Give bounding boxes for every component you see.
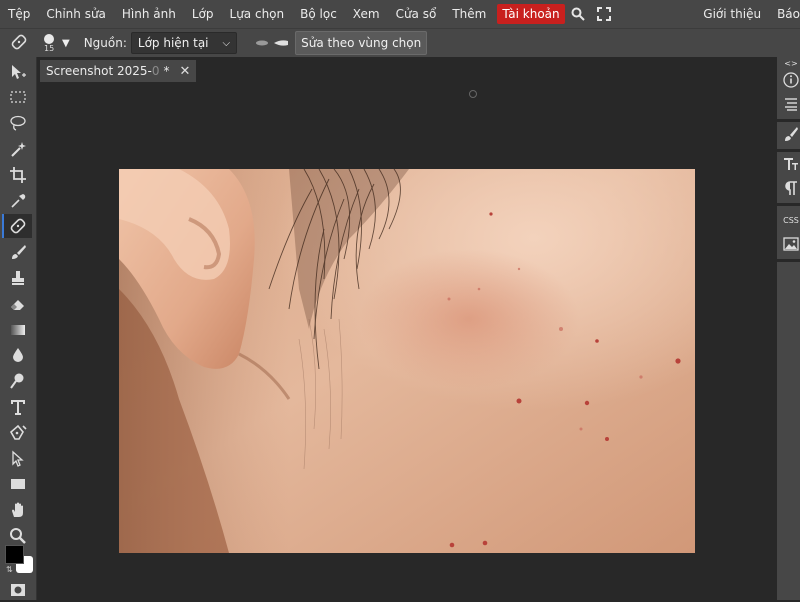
magic-wand-tool-icon[interactable] — [4, 137, 32, 161]
menu-view[interactable]: Xem — [345, 0, 388, 28]
brush-tool-icon[interactable] — [4, 240, 32, 264]
expand-panel-icon[interactable]: <> — [782, 57, 800, 69]
menu-file[interactable]: Tệp — [0, 0, 38, 28]
fix-selection-button[interactable]: Sửa theo vùng chọn — [295, 31, 428, 55]
eraser-tool-icon[interactable] — [4, 292, 32, 316]
menu-account[interactable]: Tài khoản — [497, 4, 565, 24]
menu-edit[interactable]: Chỉnh sửa — [38, 0, 114, 28]
menu-select[interactable]: Lựa chọn — [222, 0, 293, 28]
swap-colors-icon[interactable]: ⇅ — [6, 565, 13, 574]
source-select-value: Lớp hiện tại — [137, 36, 209, 50]
document-canvas-image[interactable] — [119, 169, 695, 553]
menu-filter[interactable]: Bộ lọc — [292, 0, 345, 28]
brush-dropdown-arrow-icon[interactable]: ▼ — [62, 38, 70, 49]
search-icon[interactable] — [569, 5, 587, 23]
soft-brush-icon[interactable] — [255, 36, 269, 50]
blur-tool-icon[interactable] — [4, 343, 32, 367]
crop-tool-icon[interactable] — [4, 163, 32, 187]
menu-about[interactable]: Giới thiệu — [695, 0, 769, 28]
brush-size-picker[interactable]: 15 — [42, 31, 62, 55]
eyedropper-tool-icon[interactable] — [4, 189, 32, 213]
canvas-origin-icon — [469, 90, 477, 98]
menu-image[interactable]: Hình ảnh — [114, 0, 184, 28]
quick-mask-icon[interactable] — [4, 578, 32, 602]
healing-brush-tool-icon[interactable] — [2, 214, 32, 238]
character-icon[interactable] — [782, 155, 800, 173]
fullscreen-icon[interactable] — [595, 5, 613, 23]
brush-size-value: 15 — [44, 44, 55, 53]
healing-tool-icon — [10, 33, 28, 54]
lasso-tool-icon[interactable] — [4, 111, 32, 135]
panel-separator — [777, 259, 800, 262]
right-panel-strip: <> CSS — [777, 57, 800, 600]
text-tool-icon[interactable] — [4, 395, 32, 419]
foreground-color-swatch[interactable] — [5, 545, 24, 564]
source-label: Nguồn: — [83, 36, 127, 50]
document-tab-title-faded: 0 — [151, 64, 160, 78]
document-tab[interactable]: Screenshot 2025- 0 * ✕ — [40, 60, 197, 82]
document-tab-title: Screenshot 2025- — [46, 64, 152, 78]
properties-icon[interactable] — [782, 95, 800, 113]
brush-settings-icon[interactable] — [782, 125, 800, 143]
marquee-tool-icon[interactable] — [4, 85, 32, 109]
menu-layer[interactable]: Lớp — [184, 0, 222, 28]
css-panel-label[interactable]: CSS — [782, 211, 800, 229]
image-icon[interactable] — [782, 235, 800, 253]
pen-tool-icon[interactable] — [4, 421, 32, 445]
gradient-tool-icon[interactable] — [4, 318, 32, 342]
menu-report[interactable]: Báo — [769, 0, 800, 28]
chevron-down-icon: ⌵ — [222, 37, 231, 49]
menu-window[interactable]: Cửa sổ — [388, 0, 445, 28]
color-swatches: ⇅ — [5, 545, 35, 575]
info-icon[interactable] — [782, 71, 800, 89]
tools-panel: ⇅ — [0, 57, 37, 600]
move-tool-icon[interactable] — [4, 60, 32, 84]
modified-indicator: * — [163, 64, 170, 78]
panel-separator — [777, 203, 800, 206]
dodge-tool-icon[interactable] — [4, 369, 32, 393]
panel-separator — [777, 149, 800, 152]
clone-stamp-tool-icon[interactable] — [4, 266, 32, 290]
hand-tool-icon[interactable] — [4, 498, 32, 522]
menu-bar: Tệp Chỉnh sửa Hình ảnh Lớp Lựa chọn Bộ l… — [0, 0, 800, 28]
paragraph-icon[interactable] — [782, 179, 800, 197]
hard-brush-icon[interactable] — [273, 36, 289, 50]
path-select-tool-icon[interactable] — [4, 447, 32, 471]
source-select[interactable]: Lớp hiện tại ⌵ — [130, 32, 238, 54]
menu-more[interactable]: Thêm — [444, 0, 494, 28]
close-icon[interactable]: ✕ — [179, 64, 190, 79]
options-bar: 15 ▼ Nguồn: Lớp hiện tại ⌵ Sửa theo vùng… — [0, 28, 800, 57]
panel-separator — [777, 119, 800, 122]
brush-dot-icon — [44, 34, 54, 44]
shape-tool-icon[interactable] — [4, 472, 32, 496]
